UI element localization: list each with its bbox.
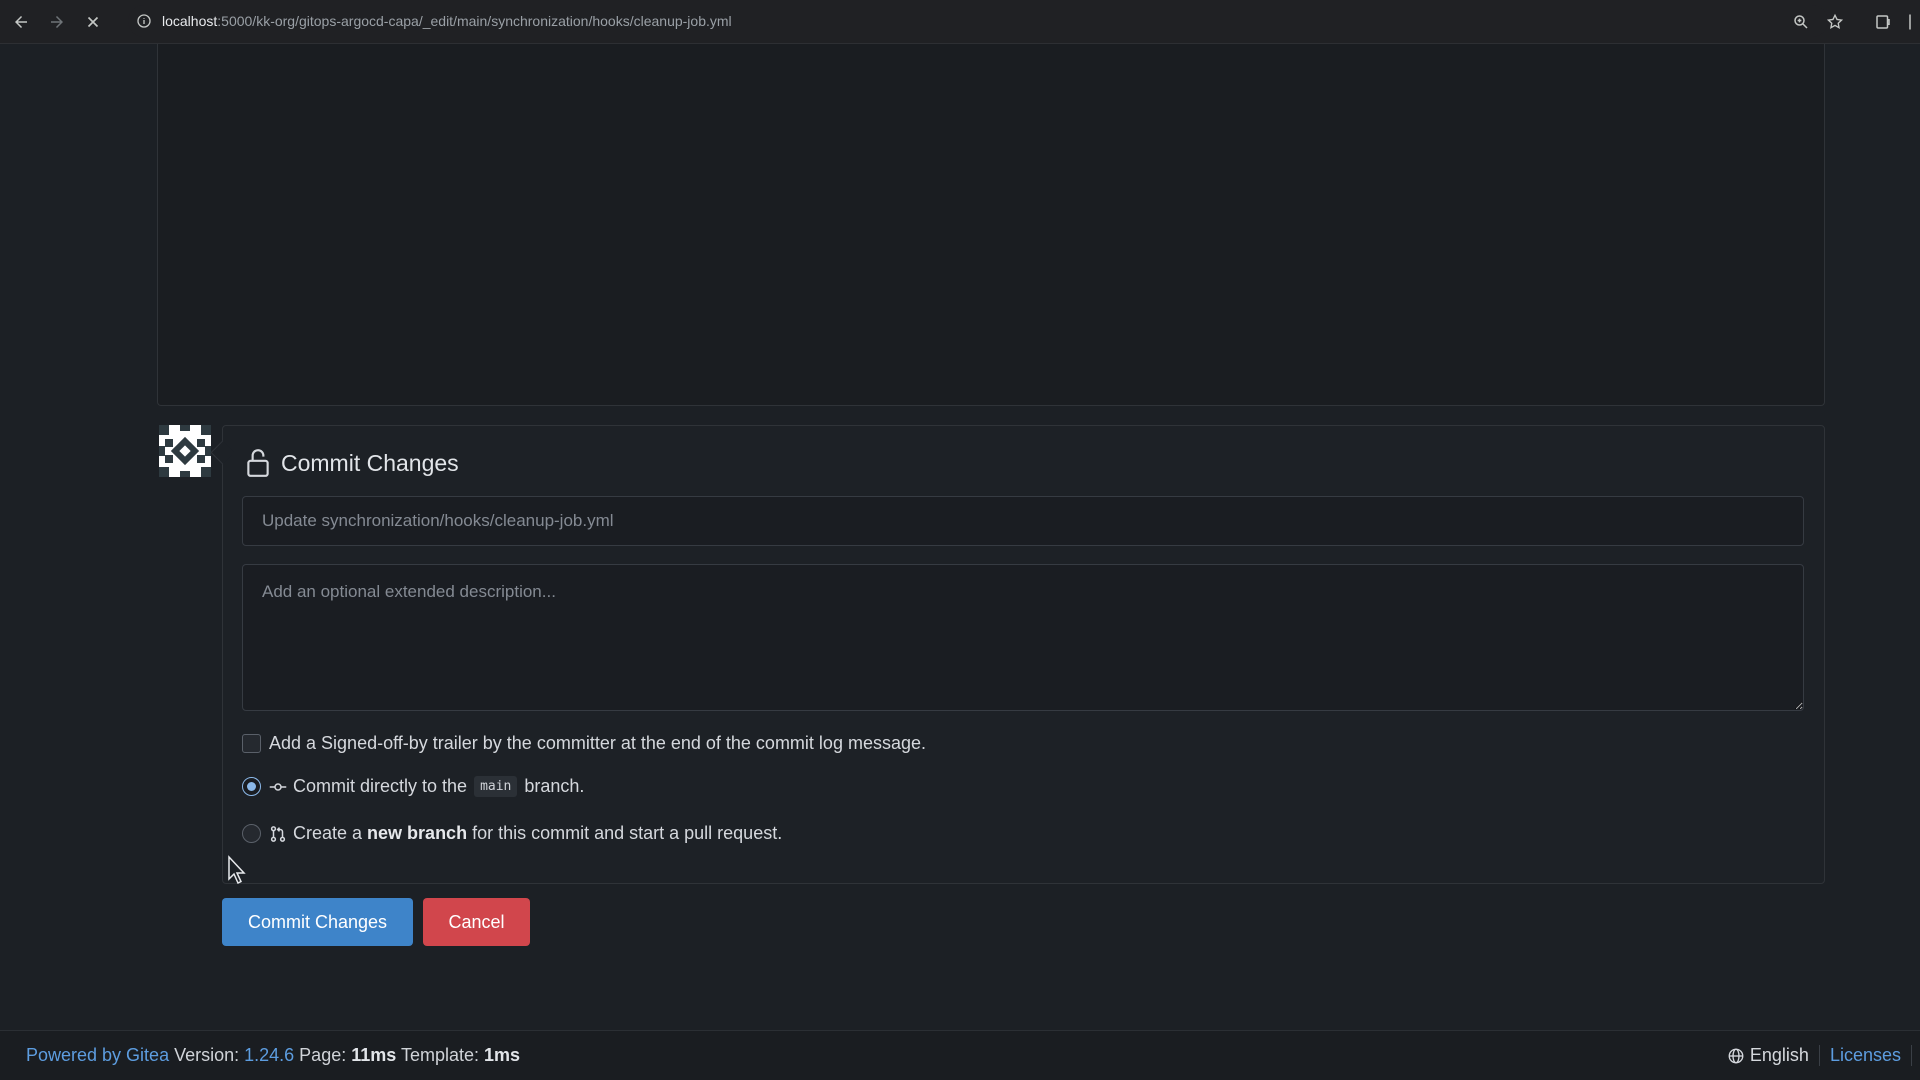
globe-icon (1728, 1048, 1744, 1063)
arrow-right-icon (51, 15, 63, 28)
mouse-cursor-icon (228, 855, 246, 885)
new-branch-option[interactable]: Create a new branch for this commit and … (242, 823, 782, 844)
page-time: 11ms (351, 1045, 397, 1065)
language-label: English (1749, 1045, 1809, 1065)
zoom-button[interactable] (1784, 5, 1818, 39)
code-editor[interactable] (157, 44, 1825, 406)
commit-direct-radio[interactable] (242, 777, 261, 796)
browser-toolbar: localhost:5000/kk-org/gitops-argocd-capa… (0, 0, 1920, 44)
new-branch-radio[interactable] (242, 824, 261, 843)
template-time: 1ms (483, 1045, 521, 1065)
unlock-icon (247, 449, 269, 477)
avatar (159, 425, 211, 477)
language-selector[interactable]: English (1727, 1045, 1820, 1066)
commit-direct-suffix: branch. (524, 776, 585, 796)
version-link[interactable]: 1.24.6 (244, 1045, 294, 1066)
back-button[interactable] (6, 7, 36, 37)
url-text: localhost:5000/kk-org/gitops-argocd-capa… (162, 13, 732, 29)
git-commit-icon (269, 782, 287, 791)
commit-description-input[interactable] (242, 564, 1804, 711)
version-label: Version: (169, 1045, 245, 1065)
star-icon (1826, 13, 1844, 29)
template-time-label: Template: (396, 1045, 484, 1065)
commit-direct-option[interactable]: Commit directly to the main branch. (242, 776, 584, 797)
extensions-button[interactable] (1866, 5, 1900, 39)
branch-name: main (474, 776, 518, 797)
commit-direct-prefix: Commit directly to the (293, 776, 468, 796)
bookmark-button[interactable] (1818, 5, 1852, 39)
puzzle-icon (1876, 15, 1890, 29)
commit-form: Commit Changes Add a Signed-off-by trail… (222, 425, 1825, 884)
arrow-left-icon (15, 15, 27, 28)
cancel-button[interactable]: Cancel (423, 898, 530, 946)
zoom-icon (1794, 15, 1808, 29)
close-icon (87, 16, 99, 27)
new-branch-prefix: Create a (293, 823, 363, 843)
commit-summary-input[interactable] (242, 496, 1804, 546)
git-pull-request-icon (270, 825, 286, 842)
powered-by-link[interactable]: Powered by Gitea (26, 1045, 169, 1066)
address-bar[interactable]: localhost:5000/kk-org/gitops-argocd-capa… (128, 5, 1828, 37)
stop-loading-button[interactable] (78, 7, 108, 37)
signoff-option[interactable]: Add a Signed-off-by trailer by the commi… (242, 733, 926, 754)
forward-button[interactable] (42, 7, 72, 37)
new-branch-bold: new branch (367, 823, 468, 843)
new-branch-suffix: for this commit and start a pull request… (472, 823, 783, 843)
info-icon[interactable] (136, 13, 152, 29)
menu-button[interactable] (1900, 5, 1920, 39)
page-footer: Powered by Gitea Version: 1.24.6 Page: 1… (0, 1030, 1920, 1080)
page-time-label: Page: (294, 1045, 352, 1065)
signoff-checkbox[interactable] (242, 734, 261, 753)
commit-header: Commit Changes (245, 448, 459, 478)
commit-changes-button[interactable]: Commit Changes (222, 898, 413, 946)
commit-title: Commit Changes (281, 449, 459, 476)
signoff-label: Add a Signed-off-by trailer by the commi… (269, 733, 926, 753)
more-vertical-icon (1909, 14, 1911, 30)
licenses-link[interactable]: Licenses (1830, 1045, 1912, 1066)
